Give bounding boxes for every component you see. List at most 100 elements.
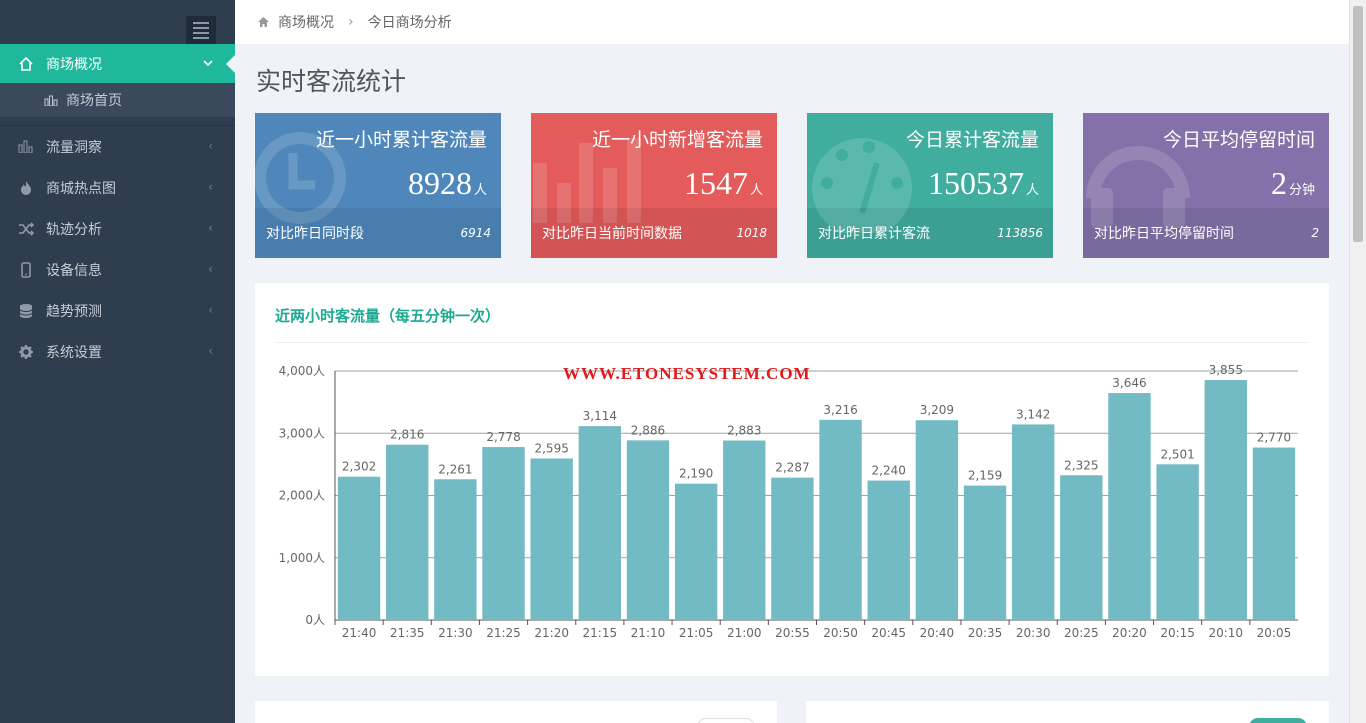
fire-icon	[18, 180, 34, 196]
stat-card-day-total: 今日累计客流量 150537 人 对比昨日累计客流 113856	[807, 113, 1053, 258]
shuffle-icon	[18, 221, 34, 237]
toggle-button[interactable]	[697, 718, 755, 723]
data-label: 3,646	[1112, 376, 1146, 390]
x-tick-label: 20:15	[1160, 626, 1195, 640]
breadcrumb-root[interactable]: 商场概况	[278, 12, 334, 32]
card-footer: 对比昨日平均停留时间 2	[1083, 208, 1329, 258]
stat-card-hour-total: 近一小时累计客流量 8928 人 对比昨日同时段 6914	[255, 113, 501, 258]
data-label: 2,770	[1257, 431, 1291, 445]
card-compare-value: 2	[1311, 226, 1319, 240]
toggle-button[interactable]	[1249, 718, 1307, 723]
x-tick-label: 21:40	[342, 626, 377, 640]
card-value-number: 150537	[927, 165, 1024, 201]
bar	[482, 447, 525, 620]
card-value: 1547 人	[684, 165, 763, 202]
bar	[434, 479, 477, 620]
bottom-panel-left	[255, 701, 777, 723]
database-icon	[18, 303, 34, 319]
y-tick-label: 1,000人	[279, 551, 325, 565]
stat-card-avg-stay: 今日平均停留时间 2 分钟 对比昨日平均停留时间 2	[1083, 113, 1329, 258]
bar	[530, 458, 573, 620]
card-footer: 对比昨日当前时间数据 1018	[531, 208, 777, 258]
bar-chart: 0人 1,000人 2,000人 3,000人 4,000人 2,302 21:40 2,81…	[279, 363, 1298, 640]
breadcrumb-current: 今日商场分析	[367, 15, 452, 31]
card-compare-value: 1018	[736, 226, 767, 240]
card-compare-label: 对比昨日累计客流	[818, 226, 930, 242]
data-label: 3,114	[583, 409, 617, 423]
x-tick-label: 21:25	[486, 626, 521, 640]
data-label: 2,778	[486, 430, 520, 444]
x-tick-label: 21:20	[534, 626, 569, 640]
y-tick-label: 2,000人	[279, 489, 325, 503]
data-label: 2,886	[631, 423, 665, 437]
menu-toggle-icon[interactable]	[186, 16, 216, 44]
bar	[386, 444, 429, 620]
bar	[1156, 464, 1199, 620]
sidebar-item-label: 系统设置	[46, 344, 102, 361]
card-footer: 对比昨日同时段 6914	[255, 208, 501, 258]
chevron-down-icon	[203, 57, 213, 71]
card-value: 8928 人	[408, 165, 487, 202]
bar	[915, 420, 959, 620]
sidebar-subitem-label: 商场首页	[66, 93, 122, 109]
sidebar-item-devices[interactable]: 设备信息 ‹	[0, 249, 235, 290]
x-tick-label: 21:05	[679, 626, 714, 640]
sidebar-item-forecast[interactable]: 趋势预测 ‹	[0, 290, 235, 331]
chevron-left-icon: ‹	[208, 139, 213, 153]
x-tick-label: 20:50	[823, 626, 858, 640]
bar	[867, 480, 910, 620]
card-value-unit: 人	[473, 182, 487, 197]
x-tick-label: 20:40	[920, 626, 955, 640]
card-title: 近一小时累计客流量	[315, 129, 487, 151]
sidebar-subitem-home[interactable]: 商场首页	[0, 83, 235, 117]
page-scrollbar[interactable]	[1349, 0, 1366, 723]
data-label: 3,209	[920, 403, 954, 417]
data-label: 2,501	[1160, 447, 1194, 461]
card-value: 150537 人	[928, 165, 1039, 202]
y-tick-label: 3,000人	[279, 426, 325, 440]
card-value-number: 8928	[407, 165, 472, 201]
x-tick-label: 21:30	[438, 626, 473, 640]
gear-icon	[18, 344, 34, 360]
data-label: 2,190	[679, 467, 713, 481]
bottom-panel-right	[806, 701, 1329, 723]
data-label: 2,325	[1064, 458, 1098, 472]
bar	[337, 476, 381, 620]
x-tick-label: 21:35	[390, 626, 425, 640]
sidebar-item-overview[interactable]: 商场概况	[0, 44, 235, 83]
card-value-unit: 分钟	[1288, 182, 1315, 197]
card-value-number: 2	[1270, 165, 1287, 201]
x-tick-label: 20:55	[775, 626, 810, 640]
x-tick-label: 21:15	[583, 626, 618, 640]
bar	[1204, 380, 1247, 620]
chevron-left-icon: ‹	[208, 221, 213, 235]
card-title: 近一小时新增客流量	[591, 129, 763, 151]
x-tick-label: 20:25	[1064, 626, 1099, 640]
y-tick-label: 0人	[305, 613, 325, 627]
x-tick-label: 20:20	[1112, 626, 1147, 640]
sidebar-item-label: 轨迹分析	[46, 221, 102, 238]
sidebar-item-heatmap[interactable]: 商城热点图 ‹	[0, 167, 235, 208]
sidebar-item-settings[interactable]: 系统设置 ‹	[0, 331, 235, 372]
data-label: 3,855	[1209, 363, 1243, 377]
bar	[1252, 447, 1296, 620]
card-value-number: 1547	[683, 165, 748, 201]
card-footer: 对比昨日累计客流 113856	[807, 208, 1053, 258]
bar	[674, 483, 718, 620]
data-label: 2,302	[342, 460, 376, 474]
scrollbar-thumb[interactable]	[1353, 6, 1363, 242]
bar	[819, 419, 862, 620]
sidebar-item-trajectory[interactable]: 轨迹分析 ‹	[0, 208, 235, 249]
breadcrumb-separator-icon: ›	[348, 14, 354, 30]
card-title: 今日累计客流量	[905, 129, 1039, 151]
y-tick-label: 4,000人	[279, 364, 325, 378]
sidebar-item-label: 流量洞察	[46, 139, 102, 156]
chevron-left-icon: ‹	[208, 262, 213, 276]
data-label: 2,816	[390, 428, 424, 442]
card-value-unit: 人	[749, 182, 763, 197]
bar	[1011, 424, 1055, 620]
card-compare-label: 对比昨日当前时间数据	[542, 226, 682, 242]
card-compare-label: 对比昨日平均停留时间	[1094, 226, 1234, 242]
sidebar-item-label: 设备信息	[46, 262, 102, 279]
sidebar-item-traffic[interactable]: 流量洞察 ‹	[0, 126, 235, 167]
